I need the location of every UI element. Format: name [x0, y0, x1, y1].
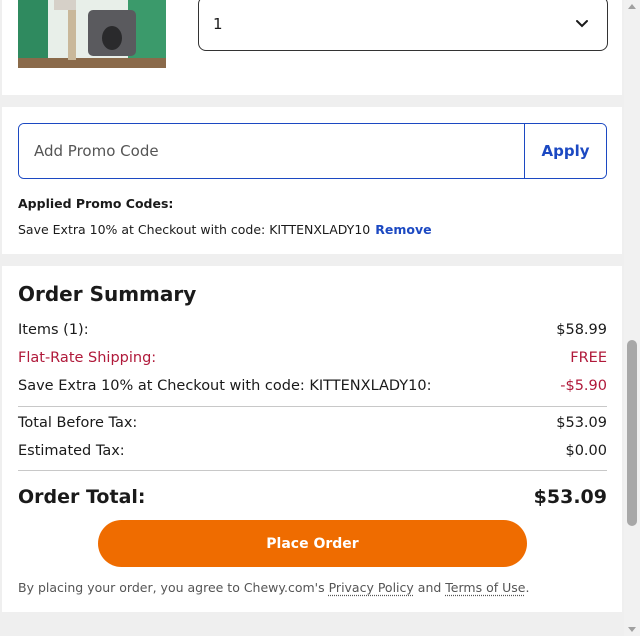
order-summary-card: Order Summary Items (1): $58.99 Flat-Rat…	[2, 266, 622, 612]
order-total-value: $53.09	[533, 486, 607, 508]
discount-value: -$5.90	[560, 378, 607, 394]
summary-divider	[18, 406, 607, 407]
quantity-value: 1	[213, 15, 223, 33]
items-row: Items (1): $58.99	[18, 322, 607, 338]
before-tax-row: Total Before Tax: $53.09	[18, 415, 607, 431]
legal-and: and	[417, 580, 442, 595]
tax-value: $0.00	[565, 443, 607, 459]
checkout-page: 1 Apply Applied Promo Codes: Save Extra …	[0, 0, 624, 636]
order-summary-title: Order Summary	[18, 282, 197, 306]
legal-prefix: By placing your order, you agree to Chew…	[18, 580, 325, 595]
product-card: 1	[2, 0, 622, 95]
scrollbar-thumb[interactable]	[627, 340, 637, 526]
remove-promo-link[interactable]: Remove	[375, 222, 431, 237]
terms-of-use-link[interactable]: Terms of Use	[445, 580, 525, 595]
scroll-up-arrow-icon[interactable]	[628, 4, 636, 9]
items-value: $58.99	[556, 322, 607, 338]
product-thumbnail	[18, 0, 166, 68]
applied-promo-code-text: Save Extra 10% at Checkout with code: KI…	[18, 222, 371, 237]
apply-promo-button[interactable]: Apply	[524, 124, 606, 178]
order-total-label: Order Total:	[18, 486, 146, 508]
items-label: Items (1):	[18, 322, 89, 338]
promo-code-form: Apply	[18, 123, 607, 179]
discount-row: Save Extra 10% at Checkout with code: KI…	[18, 378, 607, 394]
applied-promo-title: Applied Promo Codes:	[18, 196, 174, 211]
shipping-value: FREE	[570, 350, 607, 366]
page-scrollbar[interactable]	[624, 0, 640, 636]
order-total-row: Order Total: $53.09	[18, 486, 607, 508]
legal-notice: By placing your order, you agree to Chew…	[18, 580, 529, 595]
promo-code-input[interactable]	[19, 124, 524, 178]
cat-tree-product-image	[18, 0, 166, 68]
quantity-select[interactable]: 1	[198, 0, 608, 51]
chevron-down-icon	[575, 14, 589, 33]
shipping-row: Flat-Rate Shipping: FREE	[18, 350, 607, 366]
privacy-policy-link[interactable]: Privacy Policy	[329, 580, 414, 595]
tax-label: Estimated Tax:	[18, 443, 125, 459]
place-order-button[interactable]: Place Order	[98, 520, 527, 567]
legal-suffix: .	[525, 580, 530, 595]
total-divider	[18, 470, 607, 471]
shipping-label: Flat-Rate Shipping:	[18, 350, 157, 366]
scroll-down-arrow-icon[interactable]	[628, 627, 636, 632]
tax-row: Estimated Tax: $0.00	[18, 443, 607, 459]
before-tax-label: Total Before Tax:	[18, 415, 138, 431]
promo-card: Apply Applied Promo Codes: Save Extra 10…	[2, 107, 622, 254]
discount-label: Save Extra 10% at Checkout with code: KI…	[18, 378, 432, 394]
applied-promo-line: Save Extra 10% at Checkout with code: KI…	[18, 222, 432, 237]
before-tax-value: $53.09	[556, 415, 607, 431]
